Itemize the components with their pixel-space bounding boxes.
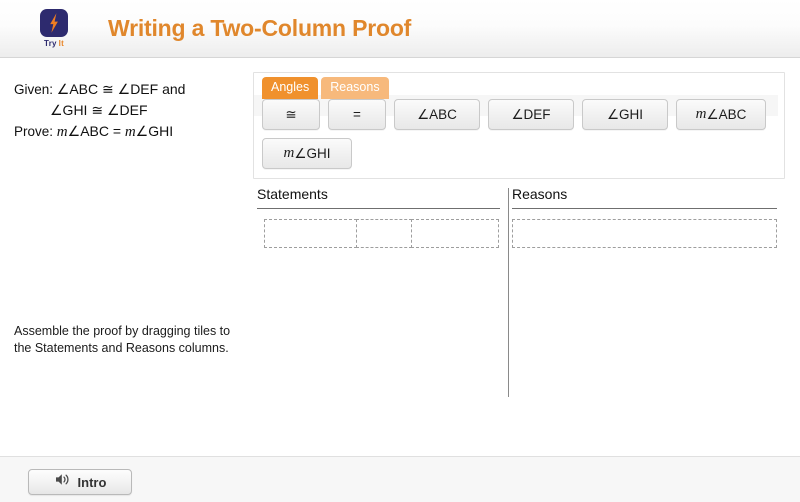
tile-m-angle-abc-m: m — [695, 106, 707, 122]
given-line-2-text: ∠GHI ≅ ∠DEF — [50, 102, 148, 118]
app-logo: Try It — [22, 9, 86, 48]
logo-caption-try: Try — [44, 39, 57, 48]
page-title: Writing a Two-Column Proof — [108, 15, 412, 41]
statement-drop-zone-1[interactable] — [264, 219, 357, 248]
tile-congruent[interactable]: ≅ — [262, 99, 320, 130]
tile-m-angle-ghi[interactable]: m ∠GHI — [262, 138, 352, 169]
work-area: Angles Reasons ≅ = ∠ABC ∠DEF ∠GHI m ∠ABC … — [252, 58, 800, 456]
problem-panel: Given: ∠ABC ≅ ∠DEF and ∠GHI ≅ ∠DEF Prove… — [0, 58, 252, 456]
tile-angle-ghi[interactable]: ∠GHI — [582, 99, 668, 130]
intro-button-label: Intro — [77, 474, 107, 490]
tile-angle-def[interactable]: ∠DEF — [488, 99, 574, 130]
reasons-drop-row — [512, 219, 777, 248]
tile-rows: ≅ = ∠ABC ∠DEF ∠GHI m ∠ABC m ∠GHI — [262, 99, 780, 177]
column-divider — [508, 188, 509, 397]
reasons-header-rule — [512, 208, 777, 209]
tile-row-1: ≅ = ∠ABC ∠DEF ∠GHI m ∠ABC — [262, 99, 780, 130]
prove-m-2: m — [124, 124, 136, 140]
instruction-text: Assemble the proof by dragging tiles to … — [14, 324, 231, 355]
tile-m-angle-ghi-angle: ∠GHI — [294, 145, 331, 161]
prove-m-1: m — [56, 124, 68, 140]
statement-drop-zone-2[interactable] — [356, 219, 412, 248]
logo-caption: Try It — [44, 39, 64, 48]
given-line-1: Given: ∠ABC ≅ ∠DEF and — [14, 79, 185, 100]
prove-text-1: ∠ABC = — [67, 123, 122, 139]
prove-line: Prove: m∠ABC = m∠GHI — [14, 121, 185, 143]
tile-row-2: m ∠GHI — [262, 138, 780, 169]
logo-caption-it: It — [58, 39, 64, 48]
given-prove-block: Given: ∠ABC ≅ ∠DEF and ∠GHI ≅ ∠DEF Prove… — [14, 79, 185, 143]
statements-header-rule — [257, 208, 500, 209]
statement-drop-zone-3[interactable] — [411, 219, 499, 248]
tile-category-tabs: Angles Reasons — [262, 77, 389, 99]
reason-drop-zone-1[interactable] — [512, 219, 777, 248]
given-label: Given: — [14, 82, 54, 97]
reasons-column-header: Reasons — [512, 186, 568, 202]
given-line-2: ∠GHI ≅ ∠DEF — [14, 100, 185, 121]
given-line-1-text: ∠ABC ≅ ∠DEF and — [56, 81, 186, 97]
statements-drop-row — [264, 219, 499, 248]
tab-angles[interactable]: Angles — [262, 77, 319, 99]
lightning-bolt-icon — [40, 9, 68, 37]
tile-m-angle-ghi-m: m — [283, 145, 295, 161]
speaker-icon — [54, 472, 71, 492]
prove-label: Prove: — [14, 124, 54, 139]
tile-m-angle-abc[interactable]: m ∠ABC — [676, 99, 766, 130]
bottom-toolbar: Intro — [0, 456, 800, 502]
tab-reasons[interactable]: Reasons — [321, 77, 389, 99]
tile-tray-panel: Angles Reasons ≅ = ∠ABC ∠DEF ∠GHI m ∠ABC … — [253, 72, 785, 179]
proof-table: Statements Reasons — [253, 186, 785, 454]
intro-button[interactable]: Intro — [28, 469, 132, 495]
statements-column-header: Statements — [257, 186, 328, 202]
tile-m-angle-abc-angle: ∠ABC — [706, 106, 747, 122]
tile-angle-abc[interactable]: ∠ABC — [394, 99, 480, 130]
app-header: Try It Writing a Two-Column Proof — [0, 0, 800, 58]
prove-text-2: ∠GHI — [135, 123, 174, 139]
tile-equals[interactable]: = — [328, 99, 386, 130]
